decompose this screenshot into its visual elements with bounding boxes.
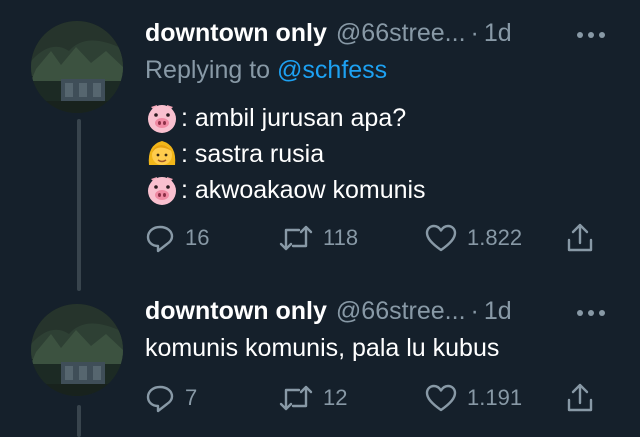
woman-blond-emoji (145, 137, 179, 171)
like-count: 1.822 (467, 225, 523, 250)
tweet-text: : ambil jurusan apa? (181, 103, 407, 132)
user-handle[interactable]: @66stree... (336, 19, 466, 48)
reply-count: 7 (185, 385, 198, 410)
reply-button[interactable]: 7 (145, 383, 197, 413)
retweet-count: 118 (323, 225, 359, 250)
more-options-icon[interactable] (576, 20, 606, 46)
timestamp[interactable]: 1d (484, 297, 512, 326)
share-button[interactable] (565, 382, 595, 414)
display-name[interactable]: downtown only (145, 19, 327, 48)
tweet-header: downtown only @66stree... · 1d (145, 13, 512, 53)
tweet-text-line: : sastra rusia (145, 137, 324, 171)
retweet-icon (279, 385, 313, 411)
share-icon (567, 383, 593, 412)
reply-button[interactable]: 16 (145, 223, 209, 253)
reply-icon (146, 385, 174, 413)
user-handle[interactable]: @66stree... (336, 297, 466, 326)
tweet-header: downtown only @66stree... · 1d (145, 291, 512, 331)
share-icon (567, 223, 593, 252)
heart-icon (425, 384, 457, 412)
like-button[interactable]: 1.191 (425, 383, 522, 413)
reply-icon (146, 225, 174, 253)
retweet-count: 12 (323, 385, 348, 410)
avatar[interactable] (31, 304, 123, 396)
thread-line (77, 405, 81, 437)
avatar[interactable] (31, 21, 123, 113)
like-count: 1.191 (467, 385, 523, 410)
like-button[interactable]: 1.822 (425, 223, 522, 253)
tweet-text-content: komunis komunis, pala lu kubus (145, 334, 500, 362)
timestamp[interactable]: 1d (484, 19, 512, 48)
tweet-text-line: : ambil jurusan apa? (145, 101, 406, 135)
heart-icon (425, 224, 457, 252)
retweet-button[interactable]: 118 (279, 223, 358, 253)
retweet-icon (279, 225, 313, 251)
pig-face-emoji (145, 101, 179, 135)
share-button[interactable] (565, 222, 595, 254)
replying-to-label: Replying to (145, 56, 271, 84)
tweet-text: : akwoakaow komunis (181, 175, 426, 204)
mention-link[interactable]: @schfess (277, 56, 387, 84)
separator-dot: · (470, 296, 479, 325)
thread-line (77, 119, 81, 291)
more-options-icon[interactable] (576, 298, 606, 324)
tweet-text: : sastra rusia (181, 139, 325, 168)
separator-dot: · (470, 18, 479, 47)
tweet-text: komunis komunis, pala lu kubus (145, 334, 499, 363)
retweet-button[interactable]: 12 (279, 383, 347, 413)
pig-face-emoji (145, 173, 179, 207)
tweet-text-line: : akwoakaow komunis (145, 173, 426, 207)
display-name[interactable]: downtown only (145, 297, 327, 326)
reply-count: 16 (185, 225, 210, 250)
replying-to: Replying to @schfess (145, 56, 387, 85)
